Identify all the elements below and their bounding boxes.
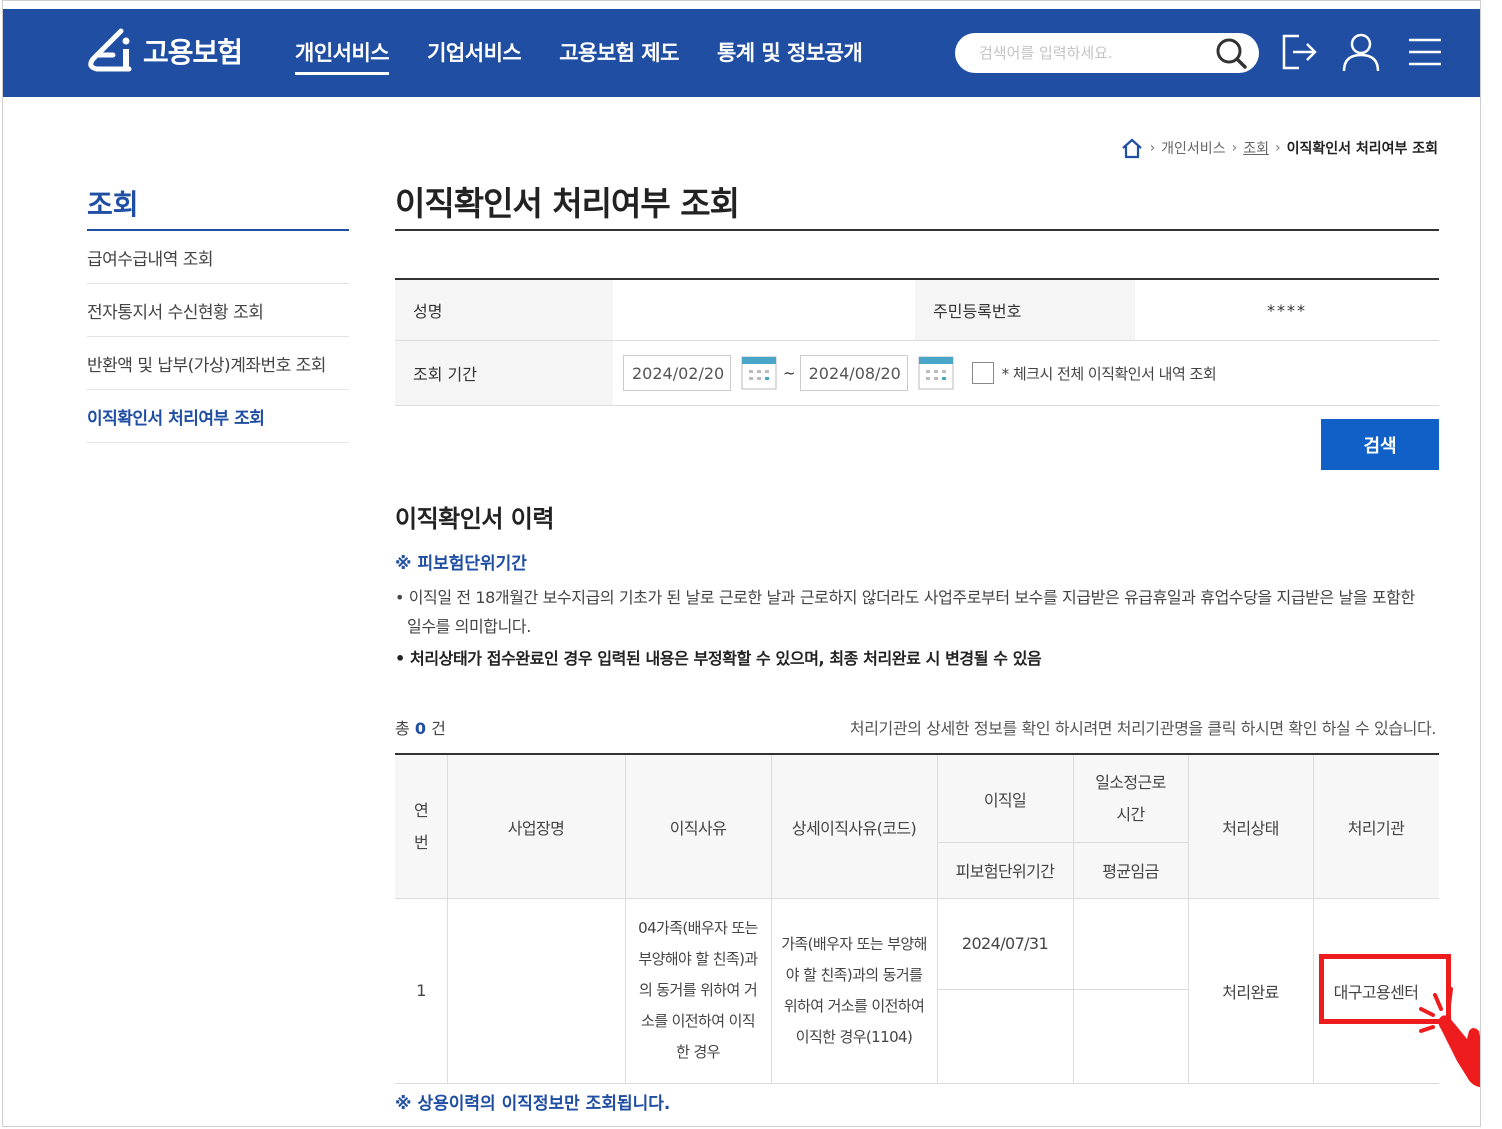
breadcrumb-lookup[interactable]: 조회: [1243, 138, 1269, 158]
breadcrumb: › 개인서비스 › 조회 › 이직확인서 처리여부 조회: [1120, 137, 1438, 159]
lnb-menu: 급여수급내역 조회 전자통지서 수신현황 조회 반환액 및 납부(가상)계좌번호…: [87, 231, 349, 443]
row-no: 1: [416, 981, 426, 1000]
row-hours: [1073, 898, 1188, 989]
total-count-value: 0: [414, 719, 426, 738]
form-row-period: 조회 기간 2024/02/20 ~ 2024/08/20 * 체크시 전체 이…: [395, 341, 1439, 406]
page-title: 이직확인서 처리여부 조회: [395, 184, 740, 223]
col-header-company: 사업장명: [507, 818, 565, 838]
name-value: [613, 280, 915, 340]
insured-period-note: • 이직일 전 18개월간 보수지급의 기초가 된 날로 근로한 날과 근로하지…: [395, 588, 1415, 636]
total-suffix: 건: [431, 719, 446, 738]
grid-line: [395, 1083, 1439, 1084]
menu-icon[interactable]: [1405, 31, 1445, 73]
col-header-agency: 처리기관: [1347, 818, 1405, 838]
user-icon[interactable]: [1341, 31, 1381, 73]
nav-business-services[interactable]: 기업서비스: [427, 37, 522, 75]
col-header-no: 연번: [413, 800, 429, 852]
page-frame: 고용보험 개인서비스 기업서비스 고용보험 제도 통계 및 정보공개 검색어를 …: [2, 0, 1481, 1127]
rrn-value: ****: [1267, 300, 1307, 320]
lnb-title: 조회: [87, 188, 139, 221]
result-table: 연번 사업장명 이직사유 상세이직사유(코드) 이직일 피보험단위기간 일소정근…: [395, 753, 1439, 1084]
lnb-item-benefit-history[interactable]: 급여수급내역 조회: [87, 231, 349, 284]
breadcrumb-personal-services[interactable]: 개인서비스: [1161, 138, 1225, 158]
row-status: 처리완료: [1222, 982, 1279, 1002]
date-range-tilde: ~: [783, 364, 796, 382]
pointing-hand-icon: [1419, 987, 1480, 1087]
site-header: 고용보험 개인서비스 기업서비스 고용보험 제도 통계 및 정보공개: [3, 9, 1480, 97]
search-button[interactable]: 검색: [1321, 419, 1439, 470]
rrn-label: 주민등록번호: [915, 280, 1135, 340]
date-to-input[interactable]: 2024/08/20: [799, 355, 908, 391]
col-header-detail-reason: 상세이직사유(코드): [791, 818, 917, 838]
breadcrumb-current: 이직확인서 처리여부 조회: [1286, 141, 1438, 157]
title-divider: [395, 229, 1439, 231]
nav-statistics[interactable]: 통계 및 정보공개: [717, 37, 863, 75]
period-label: 조회 기간: [395, 341, 613, 405]
row-avg-wage: [1073, 989, 1188, 1083]
insured-period-note-title: ※ 피보험단위기간: [395, 554, 527, 574]
total-prefix: 총: [395, 719, 410, 738]
nav-personal-services[interactable]: 개인서비스: [295, 37, 390, 75]
lnb-item-separation-certificate[interactable]: 이직확인서 처리여부 조회: [87, 390, 349, 443]
logo-text: 고용보험: [143, 36, 243, 69]
site-logo[interactable]: 고용보험: [83, 25, 243, 77]
chevron-right-icon: ›: [1149, 140, 1156, 156]
col-header-status: 처리상태: [1222, 818, 1279, 838]
col-header-insured-period: 피보험단위기간: [955, 862, 1055, 881]
calendar-icon[interactable]: [741, 355, 777, 391]
logout-icon[interactable]: [1279, 31, 1319, 73]
calendar-icon[interactable]: [918, 355, 954, 391]
row-leave-date: 2024/07/31: [961, 934, 1049, 953]
col-header-reason: 이직사유: [669, 818, 727, 838]
total-count: 총 0 건: [395, 715, 446, 739]
all-history-checkbox[interactable]: [971, 362, 994, 384]
row-reason: 04가족(배우자 또는 부양해야 할 친족)과의 동거를 위하여 거소를 이전하…: [638, 919, 758, 1061]
bottom-note: ※ 상용이력의 이직정보만 조회됩니다.: [395, 1094, 671, 1114]
lnb-item-e-notice[interactable]: 전자통지서 수신현황 조회: [87, 284, 349, 337]
date-from-input[interactable]: 2024/02/20: [623, 355, 731, 391]
form-row-identity: 성명 주민등록번호 ****: [395, 280, 1439, 341]
search-input[interactable]: [979, 42, 1207, 64]
home-icon[interactable]: [1120, 137, 1144, 159]
row-insured-period: [937, 989, 1073, 1083]
search-form: 성명 주민등록번호 **** 조회 기간 2024/02/20 ~ 2024/0…: [395, 278, 1439, 406]
history-title: 이직확인서 이력: [395, 505, 554, 533]
ei-logo-icon: [88, 28, 132, 72]
col-header-leave-date: 이직일: [983, 790, 1027, 810]
name-label: 성명: [395, 280, 613, 340]
col-header-hours: 일소정근로시간: [1095, 772, 1166, 824]
chevron-right-icon: ›: [1231, 140, 1238, 156]
row-detail-reason: 가족(배우자 또는 부양해야 할 친족)과의 동거를 위하여 거소를 이전하여 …: [781, 934, 927, 1046]
row-company: [447, 898, 625, 1083]
lnb-item-refund-account[interactable]: 반환액 및 납부(가상)계좌번호 조회: [87, 337, 349, 390]
status-note: • 처리상태가 접수완료인 경우 입력된 내용은 부정확할 수 있으며, 최종 …: [395, 649, 1042, 668]
nav-insurance-system[interactable]: 고용보험 제도: [559, 37, 679, 75]
site-search: [955, 33, 1259, 73]
grid-line: [937, 842, 1188, 843]
col-header-avg-wage: 평균임금: [1102, 862, 1159, 881]
chevron-right-icon: ›: [1274, 140, 1281, 156]
all-history-checkbox-label: * 체크시 전체 이직확인서 내역 조회: [1001, 364, 1217, 383]
agency-info-text: 처리기관의 상세한 정보를 확인 하시려면 처리기관명을 클릭 하시면 확인 하…: [849, 719, 1436, 738]
period-inputs: 2024/02/20 ~ 2024/08/20 * 체크시 전체 이직확인서 내…: [613, 341, 1439, 405]
global-nav: 개인서비스 기업서비스 고용보험 제도 통계 및 정보공개: [295, 37, 863, 75]
search-icon[interactable]: [1213, 36, 1249, 70]
